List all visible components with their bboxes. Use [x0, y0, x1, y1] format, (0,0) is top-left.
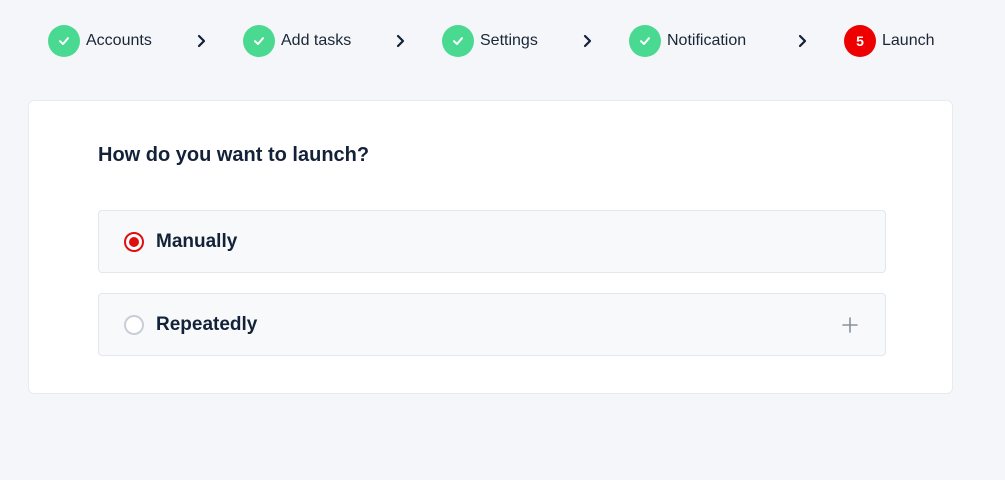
radio-checked-icon[interactable] — [124, 232, 144, 252]
option-repeatedly[interactable]: Repeatedly — [98, 293, 886, 356]
check-icon — [629, 25, 661, 57]
chevron-right-icon — [583, 34, 592, 48]
check-icon — [442, 25, 474, 57]
step-launch[interactable]: 5 Launch — [844, 25, 935, 57]
step-notification[interactable]: Notification — [629, 25, 746, 57]
step-label: Settings — [480, 32, 538, 49]
step-settings[interactable]: Settings — [442, 25, 538, 57]
option-label: Repeatedly — [156, 314, 258, 335]
radio-unchecked-icon[interactable] — [124, 315, 144, 335]
step-accounts[interactable]: Accounts — [48, 25, 152, 57]
launch-card: How do you want to launch? Manually Repe… — [28, 100, 953, 394]
step-label: Notification — [667, 32, 747, 49]
chevron-right-icon — [197, 34, 206, 48]
option-manually[interactable]: Manually — [98, 210, 886, 273]
step-label: Accounts — [86, 32, 152, 49]
step-label: Add tasks — [281, 32, 352, 49]
plus-icon[interactable] — [841, 316, 859, 334]
option-label: Manually — [156, 231, 238, 252]
check-icon — [48, 25, 80, 57]
step-number-badge: 5 — [844, 25, 876, 57]
launch-question: How do you want to launch? — [98, 144, 370, 166]
step-add-tasks[interactable]: Add tasks — [243, 25, 351, 57]
chevron-right-icon — [798, 34, 807, 48]
step-label: Launch — [882, 32, 935, 49]
stepper: Accounts Add tasks Settings Notification… — [0, 0, 1005, 82]
chevron-right-icon — [396, 34, 405, 48]
check-icon — [243, 25, 275, 57]
